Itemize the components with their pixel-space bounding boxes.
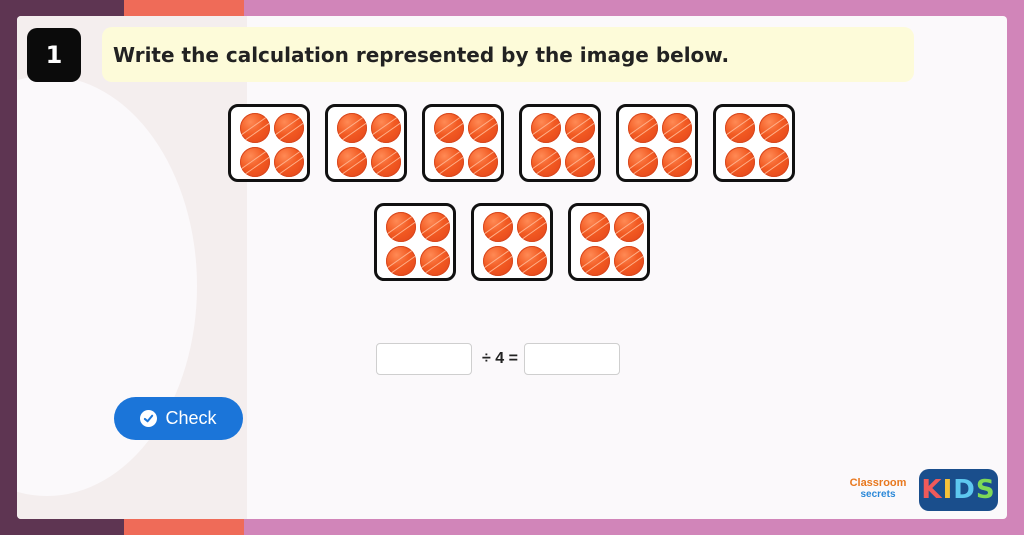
orange-ball-icon bbox=[240, 147, 270, 177]
kids-letter-s: S bbox=[975, 475, 996, 505]
orange-ball-icon bbox=[468, 113, 498, 143]
orange-ball-icon bbox=[614, 246, 644, 276]
orange-ball-icon bbox=[434, 147, 464, 177]
orange-ball-icon bbox=[274, 113, 304, 143]
counter-group-tile bbox=[325, 104, 407, 182]
orange-ball-icon bbox=[725, 147, 755, 177]
orange-ball-icon bbox=[483, 246, 513, 276]
counter-group-tile bbox=[374, 203, 456, 281]
question-number-badge: 1 bbox=[27, 28, 81, 82]
classroom-secrets-logo: Classroom secrets bbox=[842, 478, 914, 504]
counter-group-tile bbox=[228, 104, 310, 182]
check-circle-icon bbox=[140, 410, 158, 427]
orange-ball-icon bbox=[483, 212, 513, 242]
orange-ball-icon bbox=[580, 212, 610, 242]
orange-ball-icon bbox=[565, 147, 595, 177]
check-button[interactable]: Check bbox=[114, 397, 243, 440]
orange-ball-icon bbox=[240, 113, 270, 143]
question-prompt: Write the calculation represented by the… bbox=[102, 27, 914, 82]
counter-group-tile bbox=[519, 104, 601, 182]
orange-ball-icon bbox=[386, 246, 416, 276]
orange-ball-icon bbox=[517, 246, 547, 276]
orange-ball-icon bbox=[420, 212, 450, 242]
kids-logo: K I D S bbox=[919, 469, 998, 511]
orange-ball-icon bbox=[662, 147, 692, 177]
orange-ball-icon bbox=[531, 113, 561, 143]
orange-ball-icon bbox=[759, 147, 789, 177]
orange-ball-icon bbox=[628, 113, 658, 143]
counter-group-tile bbox=[471, 203, 553, 281]
orange-ball-icon bbox=[337, 113, 367, 143]
counter-group-tile bbox=[422, 104, 504, 182]
counter-group-tile bbox=[713, 104, 795, 182]
orange-ball-icon bbox=[531, 147, 561, 177]
orange-ball-icon bbox=[628, 147, 658, 177]
orange-ball-icon bbox=[371, 113, 401, 143]
dividend-input[interactable] bbox=[376, 343, 472, 375]
decorative-blob bbox=[17, 16, 247, 519]
quotient-input[interactable] bbox=[524, 343, 620, 375]
orange-ball-icon bbox=[580, 246, 610, 276]
logo-classroom-text: Classroom bbox=[849, 477, 907, 489]
counter-group-tile bbox=[616, 104, 698, 182]
kids-letter-i: I bbox=[942, 475, 954, 505]
orange-ball-icon bbox=[725, 113, 755, 143]
orange-ball-icon bbox=[662, 113, 692, 143]
counter-group-tile bbox=[568, 203, 650, 281]
orange-ball-icon bbox=[337, 147, 367, 177]
kids-letter-k: K bbox=[921, 475, 943, 505]
orange-ball-icon bbox=[371, 147, 401, 177]
kids-letter-d: D bbox=[953, 475, 976, 505]
orange-ball-icon bbox=[274, 147, 304, 177]
orange-ball-icon bbox=[565, 113, 595, 143]
orange-ball-icon bbox=[759, 113, 789, 143]
orange-ball-icon bbox=[434, 113, 464, 143]
orange-ball-icon bbox=[386, 212, 416, 242]
logo-secrets-text: secrets bbox=[860, 489, 896, 500]
check-button-label: Check bbox=[165, 408, 217, 428]
divide-by-four-equals-text: ÷ 4 = bbox=[482, 350, 518, 367]
orange-ball-icon bbox=[614, 212, 644, 242]
orange-ball-icon bbox=[468, 147, 498, 177]
orange-ball-icon bbox=[517, 212, 547, 242]
orange-ball-icon bbox=[420, 246, 450, 276]
